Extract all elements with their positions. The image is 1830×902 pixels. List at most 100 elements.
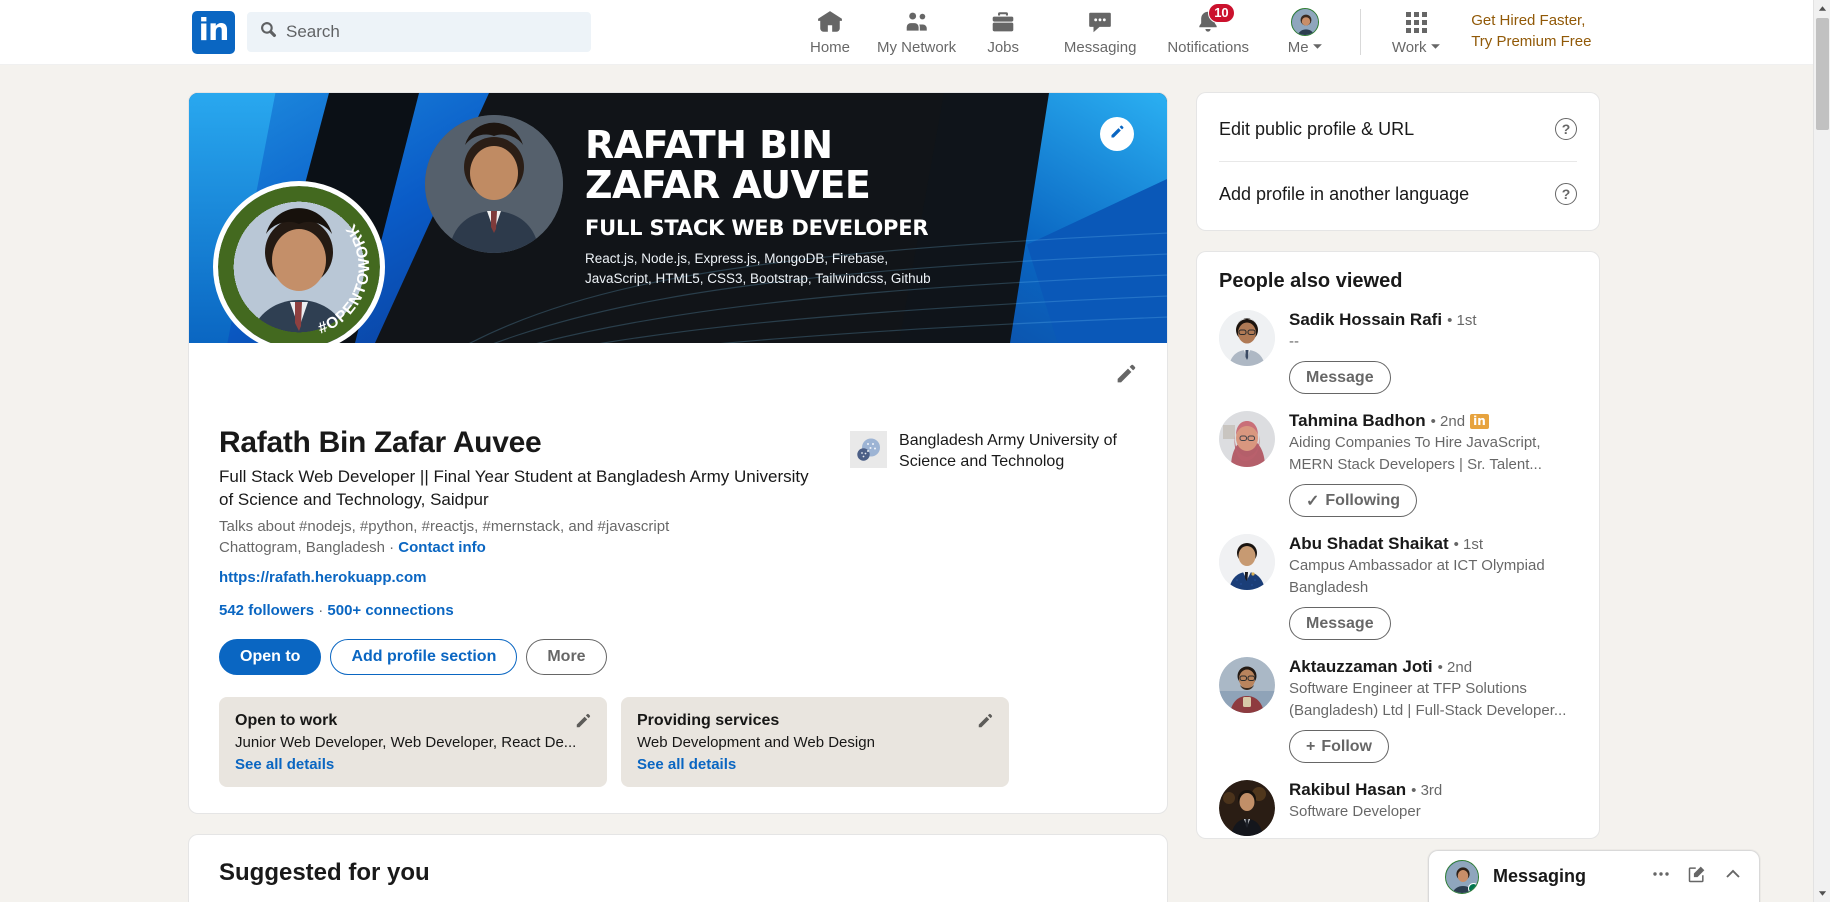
profile-top-row: Rafath Bin Zafar Auvee Full Stack Web De… bbox=[219, 359, 1137, 619]
follow-button[interactable]: + Follow bbox=[1289, 730, 1389, 763]
svg-text:#OPENTOWORK: #OPENTOWORK bbox=[316, 220, 373, 338]
suggested-for-you-title: Suggested for you bbox=[219, 858, 430, 886]
me-label-text: Me bbox=[1287, 39, 1309, 56]
scrollbar-thumb[interactable] bbox=[1816, 18, 1829, 130]
profile-identity: Rafath Bin Zafar Auvee Full Stack Web De… bbox=[219, 359, 812, 619]
add-profile-section-button[interactable]: Add profile section bbox=[330, 638, 518, 675]
profile-avatar[interactable]: #OPENTOWORK bbox=[213, 181, 385, 343]
linkedin-logo-icon[interactable]: in bbox=[192, 10, 235, 54]
nav-item-my-network[interactable]: My Network bbox=[873, 0, 960, 64]
following-button-label: Following bbox=[1325, 491, 1401, 509]
followers-count[interactable]: 542 followers bbox=[219, 602, 314, 619]
ellipsis-icon[interactable] bbox=[1651, 864, 1671, 889]
scroll-up-arrow-icon[interactable] bbox=[1814, 0, 1830, 17]
avatar[interactable] bbox=[1219, 411, 1275, 467]
open-to-button[interactable]: Open to bbox=[219, 638, 322, 675]
edit-providing-services-button[interactable] bbox=[976, 711, 995, 735]
chevron-up-icon[interactable] bbox=[1723, 864, 1743, 889]
nav-label-notifications: Notifications bbox=[1167, 39, 1250, 56]
avatar bbox=[1291, 8, 1320, 36]
follow-button-label: Follow bbox=[1321, 737, 1372, 755]
avatar[interactable] bbox=[1219, 534, 1275, 590]
search-box[interactable] bbox=[247, 12, 591, 52]
profile-action-buttons: Open to Add profile section More bbox=[219, 638, 1137, 675]
nav-item-work[interactable]: Work bbox=[1373, 0, 1459, 64]
edit-intro-button[interactable] bbox=[1114, 361, 1139, 391]
list-item-body: Sadik Hossain Rafi • 1st -- Message bbox=[1289, 310, 1577, 398]
nav-label-me: Me bbox=[1288, 39, 1323, 56]
nav-item-jobs[interactable]: Jobs bbox=[960, 0, 1046, 64]
providing-services-see-all-details[interactable]: See all details bbox=[637, 756, 993, 773]
list-item[interactable]: Abu Shadat Shaikat • 1st Campus Ambassad… bbox=[1197, 523, 1599, 646]
current-school-chip[interactable]: Bangladesh Army University of Science an… bbox=[850, 431, 1137, 619]
nav-item-home[interactable]: Home bbox=[787, 0, 873, 64]
school-logo-icon bbox=[850, 431, 888, 468]
top-navigation-bar: in Home My Network bbox=[0, 0, 1830, 65]
person-description-line-2: Bangladesh bbox=[1289, 579, 1369, 596]
edit-open-to-work-button[interactable] bbox=[574, 711, 593, 735]
help-icon[interactable]: ? bbox=[1555, 183, 1577, 205]
nav-item-me[interactable]: Me bbox=[1262, 0, 1348, 64]
home-icon bbox=[817, 8, 843, 36]
add-profile-language-row[interactable]: Add profile in another language ? bbox=[1219, 161, 1577, 226]
people-also-viewed-title: People also viewed bbox=[1219, 270, 1403, 292]
banner-stack-line-2: JavaScript, HTML5, CSS3, Bootstrap, Tail… bbox=[585, 270, 931, 286]
right-sidebar: Edit public profile & URL ? Add profile … bbox=[1196, 92, 1600, 902]
avatar[interactable] bbox=[1219, 780, 1275, 836]
edit-public-profile-row[interactable]: Edit public profile & URL ? bbox=[1219, 97, 1577, 161]
person-name: Aktauzzaman Joti bbox=[1289, 657, 1433, 676]
list-item[interactable]: Rakibul Hasan • 3rd Software Developer bbox=[1197, 769, 1599, 838]
person-degree: • 3rd bbox=[1411, 781, 1443, 799]
open-to-work-card[interactable]: Open to work Junior Web Developer, Web D… bbox=[219, 696, 607, 787]
following-button[interactable]: ✓ Following bbox=[1289, 484, 1418, 517]
nav-label-home: Home bbox=[809, 39, 850, 56]
messaging-dock[interactable]: Messaging bbox=[1428, 850, 1760, 902]
compose-icon[interactable] bbox=[1687, 864, 1707, 889]
premium-line-2: Try Premium Free bbox=[1471, 33, 1592, 50]
briefcase-icon bbox=[990, 8, 1016, 36]
list-item-body: Aktauzzaman Joti • 2nd Software Engineer… bbox=[1289, 657, 1577, 767]
list-item[interactable]: Tahmina Badhon • 2nd in Aiding Companies… bbox=[1197, 400, 1599, 523]
nav-item-notifications[interactable]: 10 Notifications bbox=[1154, 0, 1262, 64]
search-input[interactable] bbox=[286, 22, 578, 42]
school-name: Bangladesh Army University of Science an… bbox=[899, 432, 1117, 470]
premium-upsell-link[interactable]: Get Hired Faster, Try Premium Free bbox=[1471, 11, 1591, 52]
nav-label-jobs: Jobs bbox=[987, 39, 1020, 56]
connections-count[interactable]: 500+ connections bbox=[327, 602, 453, 619]
contact-info-link[interactable]: Contact info bbox=[398, 539, 486, 556]
pencil-icon bbox=[1109, 123, 1126, 145]
message-button[interactable]: Message bbox=[1289, 607, 1391, 640]
nav-item-messaging[interactable]: Messaging bbox=[1046, 0, 1154, 64]
profile-mini-cards: Open to work Junior Web Developer, Web D… bbox=[219, 696, 1137, 787]
profile-stats-row: 542 followers · 500+ connections bbox=[219, 602, 812, 619]
help-icon[interactable]: ? bbox=[1555, 118, 1577, 140]
person-name: Rakibul Hasan bbox=[1289, 780, 1407, 799]
page-container: RAFATH BIN ZAFAR AUVEE FULL STACK WEB DE… bbox=[0, 65, 1830, 902]
scroll-down-arrow-icon[interactable] bbox=[1814, 885, 1830, 902]
message-icon bbox=[1087, 8, 1113, 36]
bell-icon: 10 bbox=[1195, 3, 1235, 36]
profile-headline: Full Stack Web Developer || Final Year S… bbox=[219, 467, 809, 509]
providing-services-card-desc: Web Development and Web Design bbox=[637, 734, 875, 752]
check-icon: ✓ bbox=[1306, 492, 1320, 510]
person-name-row: Sadik Hossain Rafi • 1st bbox=[1289, 310, 1577, 330]
page-scrollbar[interactable] bbox=[1813, 0, 1830, 902]
banner-title-line-1: RAFATH BIN bbox=[585, 123, 833, 167]
edit-banner-button[interactable] bbox=[1100, 117, 1134, 151]
providing-services-card[interactable]: Providing services Web Development and W… bbox=[621, 696, 1009, 787]
more-button[interactable]: More bbox=[526, 638, 607, 675]
messaging-dock-actions bbox=[1651, 864, 1743, 889]
message-button[interactable]: Message bbox=[1289, 361, 1391, 394]
person-name: Tahmina Badhon bbox=[1289, 411, 1426, 430]
open-to-work-see-all-details[interactable]: See all details bbox=[235, 756, 591, 773]
banner-stack-line-1: React.js, Node.js, Express.js, MongoDB, … bbox=[585, 250, 889, 266]
avatar[interactable] bbox=[1219, 310, 1275, 366]
person-name-row: Aktauzzaman Joti • 2nd bbox=[1289, 657, 1577, 677]
list-item[interactable]: Aktauzzaman Joti • 2nd Software Engineer… bbox=[1197, 646, 1599, 769]
nav-label-messaging: Messaging bbox=[1063, 39, 1137, 56]
profile-banner[interactable]: RAFATH BIN ZAFAR AUVEE FULL STACK WEB DE… bbox=[189, 93, 1167, 343]
profile-website-link[interactable]: https://rafath.herokuapp.com bbox=[219, 569, 427, 586]
list-item[interactable]: Sadik Hossain Rafi • 1st -- Message bbox=[1197, 299, 1599, 400]
avatar[interactable] bbox=[1445, 859, 1479, 894]
avatar[interactable] bbox=[1219, 657, 1275, 713]
